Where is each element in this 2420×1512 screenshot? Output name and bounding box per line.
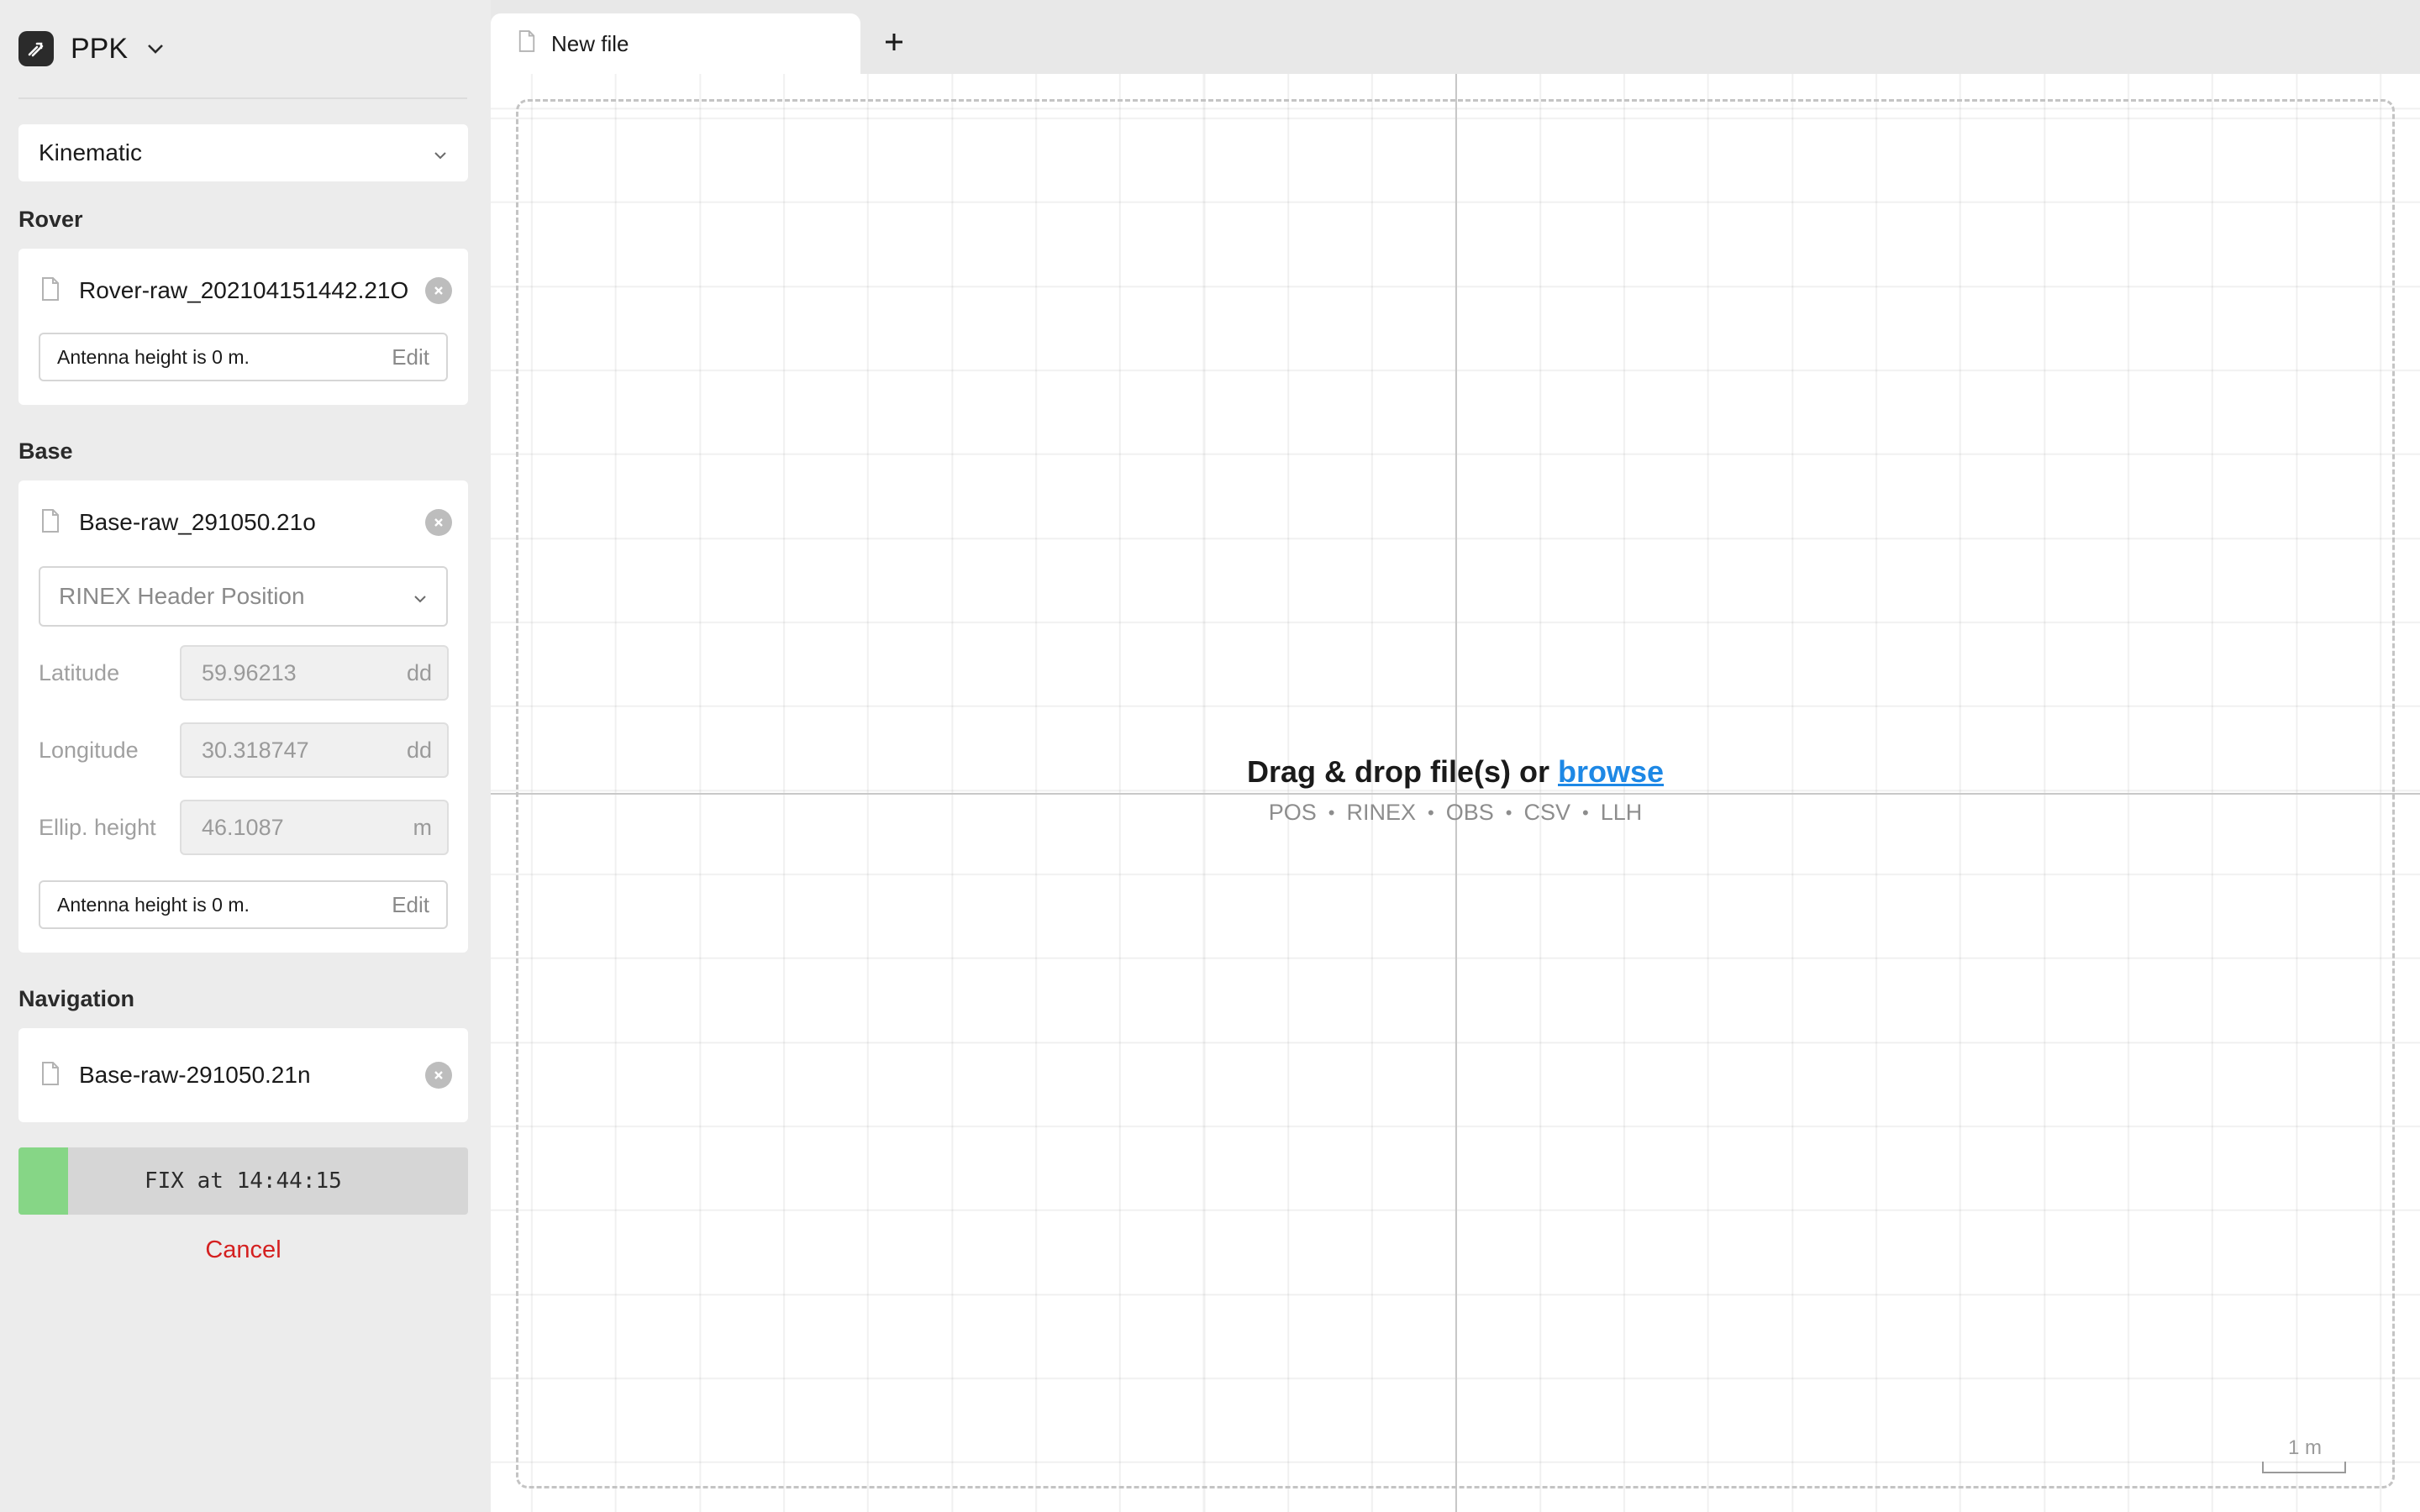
chevron-down-icon xyxy=(433,139,448,166)
navigation-file-name: Base-raw-291050.21n xyxy=(79,1062,311,1088)
navigation-card: Base-raw-291050.21n xyxy=(18,1028,468,1122)
base-position-source-value: RINEX Header Position xyxy=(59,583,305,609)
rover-file-name: Rover-raw_202104151442.21O xyxy=(79,277,409,303)
drop-message: Drag & drop file(s) or browse xyxy=(491,754,2420,790)
navigation-section-label: Navigation xyxy=(18,986,135,1011)
scale-bar-line xyxy=(2262,1462,2346,1473)
rover-antenna-height: Antenna height is 0 m. Edit xyxy=(39,333,448,381)
app-title: PPK xyxy=(71,32,129,65)
base-file-name: Base-raw_291050.21o xyxy=(79,509,316,535)
clear-icon[interactable] xyxy=(425,509,452,536)
supported-formats: POS • RINEX • OBS • CSV • LLH xyxy=(491,800,2420,826)
file-icon xyxy=(40,276,60,306)
format-pos: POS xyxy=(1268,800,1317,825)
rover-antenna-text: Antenna height is 0 m. xyxy=(57,345,250,368)
file-drop-zone[interactable] xyxy=(516,99,2395,1488)
browse-link[interactable]: browse xyxy=(1558,754,1664,789)
file-icon xyxy=(40,1061,60,1090)
add-tab-button[interactable] xyxy=(877,25,911,62)
base-position-source-select[interactable]: RINEX Header Position xyxy=(39,566,448,627)
rover-section-label: Rover xyxy=(18,207,83,232)
header-divider xyxy=(18,97,467,99)
processing-mode-select[interactable]: Kinematic xyxy=(18,124,468,181)
ellip-height-label: Ellip. height xyxy=(39,815,156,840)
scale-bar: 1 m xyxy=(2259,1436,2351,1473)
plus-icon xyxy=(882,30,906,58)
base-file-row: Base-raw_291050.21o xyxy=(40,506,452,539)
map-canvas[interactable]: Drag & drop file(s) or browse POS • RINE… xyxy=(491,74,2420,1512)
base-antenna-edit-button[interactable]: Edit xyxy=(392,892,429,918)
ellip-height-unit: m xyxy=(413,814,433,840)
clear-icon[interactable] xyxy=(425,277,452,304)
app-switcher[interactable]: PPK xyxy=(18,25,472,72)
navigation-file-row: Base-raw-291050.21n xyxy=(40,1058,452,1092)
format-rinex: RINEX xyxy=(1346,800,1417,825)
scale-label: 1 m xyxy=(2287,1436,2322,1459)
format-separator: • xyxy=(1428,801,1434,823)
latitude-field[interactable]: 59.96213 dd xyxy=(180,645,449,701)
longitude-unit: dd xyxy=(406,737,432,763)
progress-status-text: FIX at 14:44:15 xyxy=(145,1168,342,1194)
chevron-down-icon[interactable] xyxy=(146,43,165,55)
base-antenna-text: Antenna height is 0 m. xyxy=(57,893,250,916)
clear-icon[interactable] xyxy=(425,1062,452,1089)
latitude-label: Latitude xyxy=(39,660,120,685)
rover-card: Rover-raw_202104151442.21O Antenna heigh… xyxy=(18,249,468,405)
processing-mode-value: Kinematic xyxy=(39,139,142,165)
format-obs: OBS xyxy=(1445,800,1494,825)
ppk-logo-icon xyxy=(18,31,54,66)
progress-fill xyxy=(18,1147,68,1215)
tab-new-file[interactable]: New file xyxy=(491,13,860,74)
format-separator: • xyxy=(1582,801,1589,823)
sidebar: PPK Kinematic Rover Rover-raw_2021041514… xyxy=(0,0,491,1512)
tab-label: New file xyxy=(551,30,629,56)
ellip-height-value: 46.1087 xyxy=(202,814,284,840)
cancel-button[interactable]: Cancel xyxy=(18,1236,468,1264)
file-icon xyxy=(40,508,60,538)
format-separator: • xyxy=(1328,801,1335,823)
longitude-value: 30.318747 xyxy=(202,737,309,763)
latitude-value: 59.96213 xyxy=(202,659,297,685)
ellip-height-field[interactable]: 46.1087 m xyxy=(180,800,449,855)
file-icon xyxy=(518,29,536,59)
latitude-unit: dd xyxy=(406,659,432,685)
longitude-label: Longitude xyxy=(39,738,139,763)
longitude-field[interactable]: 30.318747 dd xyxy=(180,722,449,778)
chevron-down-icon xyxy=(413,583,428,610)
format-llh: LLH xyxy=(1600,800,1643,825)
base-antenna-height: Antenna height is 0 m. Edit xyxy=(39,880,448,929)
processing-progress: FIX at 14:44:15 xyxy=(18,1147,468,1215)
format-csv: CSV xyxy=(1523,800,1570,825)
rover-antenna-edit-button[interactable]: Edit xyxy=(392,344,429,370)
rover-file-row: Rover-raw_202104151442.21O xyxy=(40,274,452,307)
base-card: Base-raw_291050.21o RINEX Header Positio… xyxy=(18,480,468,953)
format-separator: • xyxy=(1505,801,1512,823)
drop-text: Drag & drop file(s) or xyxy=(1246,754,1549,789)
base-section-label: Base xyxy=(18,438,73,464)
